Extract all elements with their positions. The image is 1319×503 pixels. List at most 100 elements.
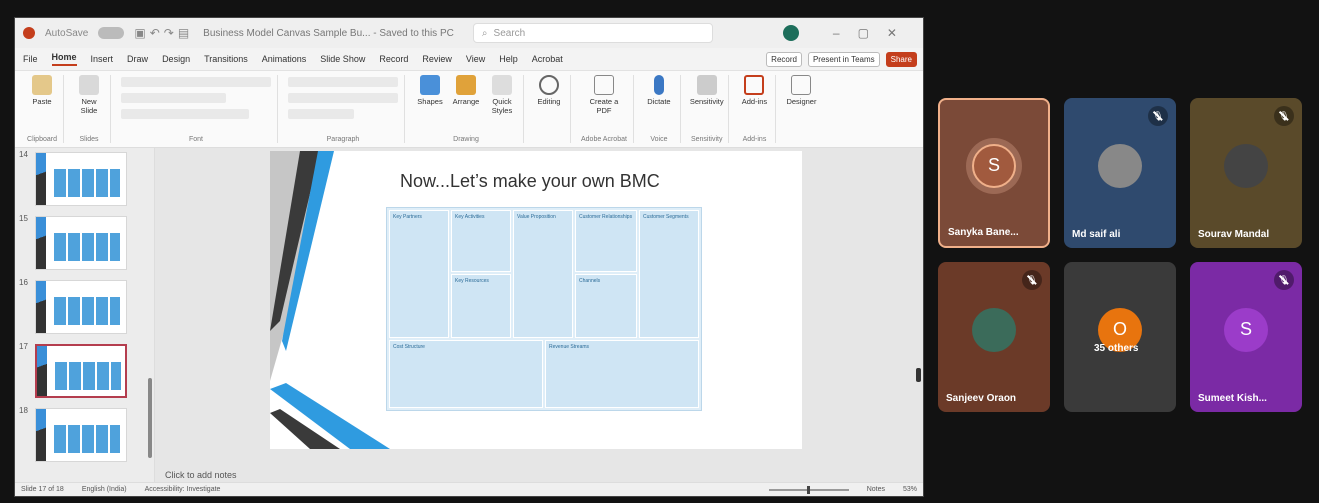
slide-thumbnail[interactable]: 16 xyxy=(15,278,154,342)
designer-group: Designer xyxy=(780,75,822,143)
muted-mic-icon: 🎙 xyxy=(1274,270,1294,290)
window-controls[interactable]: –▢✕ xyxy=(833,26,915,40)
tab-review[interactable]: Review xyxy=(422,54,452,64)
notes-placeholder[interactable]: Click to add notes xyxy=(165,470,237,480)
tab-home[interactable]: Home xyxy=(51,52,77,66)
dictate-button[interactable]: Dictate xyxy=(644,75,674,106)
sensitivity-group: Sensitivity Sensitivity xyxy=(685,75,730,143)
shapes-button[interactable]: Shapes xyxy=(415,75,445,106)
current-slide[interactable]: Now...Let’s make your own BMC Key Partne… xyxy=(270,151,802,449)
muted-mic-icon: 🎙 xyxy=(1148,106,1168,126)
zoom-slider-knob[interactable] xyxy=(806,485,810,494)
quick-access-icons[interactable]: ▣↶↷▤ xyxy=(134,26,193,40)
tab-animations[interactable]: Animations xyxy=(262,54,307,64)
search-placeholder: Search xyxy=(493,27,526,39)
thumbnail-preview xyxy=(35,216,127,270)
participant-tile[interactable]: S Sanyka Bane... xyxy=(938,98,1050,248)
create-pdf-button[interactable]: Create a PDF xyxy=(589,75,619,115)
ribbon-right-actions: Record Present in Teams Share xyxy=(766,51,923,67)
tab-acrobat[interactable]: Acrobat xyxy=(532,54,563,64)
cell-key-resources: Key Resources xyxy=(451,274,511,338)
participant-tile[interactable]: S 🎙 Sumeet Kish... xyxy=(1190,262,1302,412)
participant-tile[interactable]: 🎙 Sanjeev Oraon xyxy=(938,262,1050,412)
cell-customer-segments: Customer Segments xyxy=(639,210,699,338)
quick-styles-button[interactable]: Quick Styles xyxy=(487,75,517,115)
slide-canvas-area: Now...Let’s make your own BMC Key Partne… xyxy=(155,148,923,482)
editor-body: 14 15 16 17 18 Now...Let’s make your own BMC… xyxy=(15,148,923,482)
muted-mic-icon: 🎙 xyxy=(1274,106,1294,126)
language-indicator[interactable]: English (India) xyxy=(82,486,127,493)
participant-name: Sumeet Kish... xyxy=(1198,393,1267,404)
participant-name: 35 others xyxy=(1094,343,1139,354)
screen: AutoSave ▣↶↷▤ Business Model Canvas Samp… xyxy=(0,0,1319,503)
editing-button[interactable]: Editing xyxy=(534,75,564,106)
participant-avatar xyxy=(972,307,1016,352)
status-bar: Slide 17 of 18 English (India) Accessibi… xyxy=(15,482,923,496)
present-in-teams-button[interactable]: Present in Teams xyxy=(807,51,880,67)
editing-group: Editing xyxy=(528,75,571,143)
powerpoint-window: AutoSave ▣↶↷▤ Business Model Canvas Samp… xyxy=(14,17,924,497)
zoom-slider[interactable] xyxy=(768,485,849,494)
search-icon: ⌕ xyxy=(481,27,488,39)
arrange-button[interactable]: Arrange xyxy=(451,75,481,106)
tab-help[interactable]: Help xyxy=(499,54,518,64)
paste-icon xyxy=(32,75,52,95)
slide-number: 18 xyxy=(19,406,28,415)
addins-button[interactable]: Add-ins xyxy=(739,75,769,106)
accessibility-status[interactable]: Accessibility: Investigate xyxy=(145,486,221,493)
slide-title: Now...Let’s make your own BMC xyxy=(400,171,660,191)
cell-revenue-streams: Revenue Streams xyxy=(545,340,699,408)
ribbon-tabs: File Home Insert Draw Design Transitions Anima… xyxy=(15,48,923,70)
sensitivity-button[interactable]: Sensitivity xyxy=(690,75,724,106)
new-slide-button[interactable]: New Slide xyxy=(74,75,104,115)
tab-record[interactable]: Record xyxy=(379,54,408,64)
participant-name: Sanjeev Oraon xyxy=(946,393,1017,404)
participant-tile[interactable]: 🎙 Md saif ali xyxy=(1064,98,1176,248)
tab-insert[interactable]: Insert xyxy=(91,54,114,64)
account-avatar[interactable] xyxy=(782,25,799,41)
slide-thumbnail[interactable]: 17 xyxy=(15,342,154,406)
search-box[interactable]: ⌕ Search xyxy=(472,23,713,43)
pdf-icon xyxy=(593,75,614,95)
participant-avatar xyxy=(1224,143,1268,188)
thumbnail-preview xyxy=(35,344,127,398)
zoom-level[interactable]: 53% xyxy=(903,486,917,493)
slide-counter: Slide 17 of 18 xyxy=(21,486,64,493)
participant-tile[interactable]: O 35 others xyxy=(1064,262,1176,412)
cell-cost-structure: Cost Structure xyxy=(389,340,543,408)
share-button[interactable]: Share xyxy=(885,51,917,67)
participant-name: Sourav Mandal xyxy=(1198,229,1270,240)
paste-button[interactable]: Paste xyxy=(27,75,57,106)
cell-key-activities: Key Activities xyxy=(451,210,511,272)
tab-file[interactable]: File xyxy=(23,54,38,64)
slide-number: 14 xyxy=(19,150,28,159)
record-button[interactable]: Record xyxy=(766,51,802,67)
participant-name: Sanyka Bane... xyxy=(948,227,1019,238)
thumbnail-preview xyxy=(35,280,127,334)
autosave-toggle[interactable] xyxy=(98,27,125,39)
canvas-scrollbar[interactable] xyxy=(916,368,921,382)
slide-thumbnail[interactable]: 15 xyxy=(15,214,154,278)
tab-draw[interactable]: Draw xyxy=(127,54,148,64)
tab-view[interactable]: View xyxy=(466,54,485,64)
slide-number: 15 xyxy=(19,214,28,223)
slide-thumbnail[interactable]: 18 xyxy=(15,406,154,470)
designer-button[interactable]: Designer xyxy=(786,75,816,106)
cell-channels: Channels xyxy=(575,274,637,338)
notes-button[interactable]: Notes xyxy=(867,486,885,493)
slides-group: New Slide Slides xyxy=(68,75,111,143)
cell-value-proposition: Value Proposition xyxy=(513,210,573,338)
participant-tile[interactable]: 🎙 Sourav Mandal xyxy=(1190,98,1302,248)
participant-avatar: S xyxy=(1224,307,1268,352)
slide-thumbnails-pane: 14 15 16 17 18 xyxy=(15,148,155,482)
tab-slide-show[interactable]: Slide Show xyxy=(320,54,365,64)
shapes-icon xyxy=(420,75,440,95)
slide-thumbnail[interactable]: 14 xyxy=(15,150,154,214)
voice-group: Dictate Voice xyxy=(638,75,681,143)
cell-key-partners: Key Partners xyxy=(389,210,449,338)
tab-design[interactable]: Design xyxy=(162,54,190,64)
participant-avatar xyxy=(1098,143,1142,188)
addins-group: Add-ins Add-ins xyxy=(733,75,777,143)
thumbnail-scrollbar[interactable] xyxy=(148,378,152,458)
tab-transitions[interactable]: Transitions xyxy=(204,54,248,64)
